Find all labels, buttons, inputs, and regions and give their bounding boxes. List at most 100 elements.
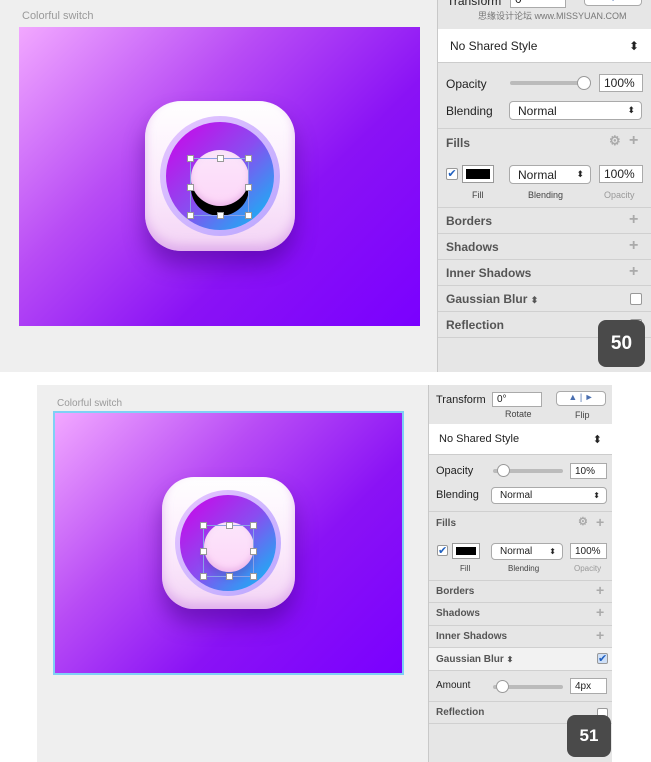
flip-buttons[interactable]: ▲ | ► — [584, 0, 642, 6]
selection-box[interactable] — [187, 155, 252, 219]
opacity-slider-thumb[interactable] — [577, 76, 591, 90]
blur-amount-slider-thumb[interactable] — [496, 680, 509, 693]
add-inner-shadow-icon[interactable]: + — [596, 627, 604, 643]
gaussian-blur-label: Gaussian Blur — [436, 654, 504, 665]
add-border-icon[interactable]: + — [596, 582, 604, 598]
resize-handle[interactable] — [245, 212, 252, 219]
blur-amount-label: Amount — [436, 680, 471, 691]
divider — [429, 670, 612, 671]
add-shadow-icon[interactable]: + — [596, 604, 604, 620]
resize-handle[interactable] — [245, 155, 252, 162]
updown-icon: ⬍ — [530, 295, 539, 305]
watermark: 思缘设计论坛 www.MISSYUAN.COM — [478, 11, 627, 21]
updown-icon: ⬍ — [593, 491, 600, 500]
divider — [429, 511, 612, 512]
add-fill-icon[interactable]: + — [629, 132, 638, 150]
fill-opacity-field[interactable]: 100% — [599, 165, 643, 183]
updown-icon: ⬍ — [506, 655, 514, 664]
resize-handle[interactable] — [187, 184, 194, 191]
flip-buttons[interactable]: ▲ | ► — [556, 391, 606, 406]
add-border-icon[interactable]: + — [629, 211, 638, 229]
fill-blending-select[interactable]: Normal ⬍ — [509, 165, 591, 184]
resize-handle[interactable] — [245, 184, 252, 191]
shared-style-value: No Shared Style — [450, 38, 538, 53]
fill-blending-value: Normal — [518, 167, 557, 182]
shared-style-value: No Shared Style — [439, 433, 520, 445]
opacity-field[interactable]: 100% — [599, 74, 643, 92]
divider — [438, 285, 651, 286]
fill-opacity-field[interactable]: 100% — [570, 543, 607, 559]
shadows-header: Shadows — [436, 608, 480, 619]
divider — [438, 128, 651, 129]
divider — [438, 207, 651, 208]
fill-checkbox[interactable]: ✔ — [446, 168, 458, 180]
fill-blending-label: Blending — [508, 564, 540, 573]
add-shadow-icon[interactable]: + — [629, 237, 638, 255]
flip-label: Flip — [575, 410, 590, 420]
gear-icon[interactable]: ⚙ — [609, 133, 621, 149]
resize-handle[interactable] — [250, 573, 257, 580]
fills-header: Fills — [436, 518, 457, 529]
resize-handle[interactable] — [187, 155, 194, 162]
shared-style-select[interactable]: No Shared Style ⬍ — [438, 29, 651, 63]
gaussian-blur-header[interactable]: Gaussian Blur ⬍ — [446, 292, 538, 306]
blending-label: Blending — [446, 104, 493, 118]
divider — [429, 580, 612, 581]
blending-label: Blending — [436, 489, 479, 501]
fill-opacity-label: Opacity — [604, 190, 635, 200]
updown-icon: ⬍ — [627, 105, 635, 115]
selection-box[interactable] — [200, 522, 257, 580]
resize-handle[interactable] — [217, 212, 224, 219]
reflection-header: Reflection — [446, 318, 505, 332]
blur-amount-field[interactable]: 4px — [570, 678, 607, 694]
resize-handle[interactable] — [250, 522, 257, 529]
opacity-slider-thumb[interactable] — [497, 464, 510, 477]
resize-handle[interactable] — [226, 573, 233, 580]
resize-handle[interactable] — [226, 522, 233, 529]
opacity-field[interactable]: 10% — [570, 463, 607, 479]
fill-color-swatch[interactable] — [452, 543, 480, 559]
resize-handle[interactable] — [200, 548, 207, 555]
blending-select[interactable]: Normal ⬍ — [509, 101, 642, 120]
updown-icon: ⬍ — [576, 169, 584, 179]
borders-header: Borders — [436, 586, 475, 597]
fill-color-swatch[interactable] — [462, 165, 494, 183]
resize-handle[interactable] — [217, 155, 224, 162]
divider — [438, 259, 651, 260]
fill-label: Fill — [460, 564, 471, 573]
rotate-field[interactable]: 0° — [492, 392, 542, 407]
gear-icon[interactable]: ⚙ — [578, 515, 588, 528]
resize-handle[interactable] — [187, 212, 194, 219]
gaussian-blur-checkbox[interactable] — [630, 293, 642, 305]
step-badge: 51 — [567, 715, 611, 757]
blending-value: Normal — [500, 490, 533, 501]
add-fill-icon[interactable]: + — [596, 514, 604, 530]
add-inner-shadow-icon[interactable]: + — [629, 263, 638, 281]
divider — [429, 701, 612, 702]
opacity-label: Opacity — [446, 77, 487, 91]
transform-label: Transform — [436, 394, 486, 406]
fill-blending-select[interactable]: Normal ⬍ — [491, 543, 563, 560]
gaussian-blur-label: Gaussian Blur — [446, 292, 528, 306]
resize-handle[interactable] — [250, 548, 257, 555]
fill-checkbox[interactable]: ✔ — [437, 545, 448, 557]
fill-label: Fill — [472, 190, 484, 200]
transform-label: Transform — [447, 0, 502, 8]
inner-shadows-header: Inner Shadows — [436, 631, 508, 642]
shadows-header: Shadows — [446, 240, 499, 254]
divider — [429, 602, 612, 603]
divider — [429, 625, 612, 626]
resize-handle[interactable] — [200, 573, 207, 580]
rotate-field[interactable]: 0° — [510, 0, 566, 8]
borders-header: Borders — [446, 214, 493, 228]
updown-icon: ⬍ — [592, 433, 602, 446]
inner-shadows-header: Inner Shadows — [446, 266, 532, 280]
shared-style-select[interactable]: No Shared Style ⬍ — [429, 424, 612, 455]
gaussian-blur-header[interactable]: Gaussian Blur ⬍ — [436, 654, 513, 665]
resize-handle[interactable] — [200, 522, 207, 529]
reflection-header: Reflection — [436, 707, 485, 718]
updown-icon: ⬍ — [549, 547, 556, 556]
blending-select[interactable]: Normal ⬍ — [491, 487, 607, 504]
artboard-title: Colorful switch — [57, 398, 123, 409]
gaussian-blur-checkbox[interactable]: ✔ — [597, 653, 608, 665]
